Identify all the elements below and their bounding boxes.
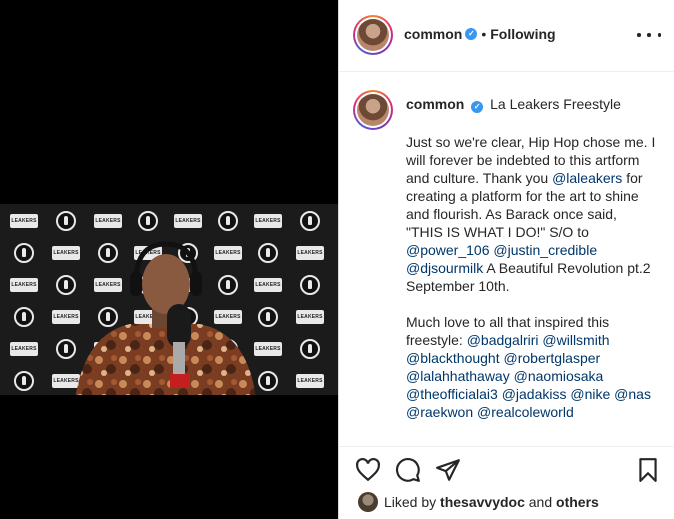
likes-prefix: Liked by: [384, 494, 441, 510]
mention-link[interactable]: @power_106: [406, 242, 490, 258]
caption-scroll-area[interactable]: common ✓ La Leakers Freestyle Just so we…: [339, 72, 674, 446]
backdrop-logo: LEAKERS: [10, 342, 38, 356]
backdrop-logo: LEAKERS: [174, 214, 202, 228]
backdrop-logo: LEAKERS: [296, 310, 324, 324]
mention-link[interactable]: @justin_credible: [493, 242, 597, 258]
backdrop-rocket-icon: [14, 307, 34, 327]
verified-badge-icon: ✓: [471, 101, 484, 113]
mention-link[interactable]: @laleakers: [552, 170, 622, 186]
liker-username-link[interactable]: thesavvydoc: [440, 494, 525, 510]
likes-others-link[interactable]: others: [556, 494, 599, 510]
bookmark-icon[interactable]: [635, 457, 661, 483]
media-pane: LEAKERS LEAKERS LEAKERS LEAKERS LEAKERS LEAKE…: [0, 0, 338, 519]
header-author-row: common ✓ • Following: [404, 26, 556, 42]
following-button[interactable]: Following: [490, 26, 555, 42]
mention-link[interactable]: @willsmith: [542, 332, 609, 348]
caption-header: common ✓ La Leakers Freestyle: [406, 96, 621, 113]
mention-link[interactable]: @robertglasper: [504, 350, 601, 366]
mention-link[interactable]: @theofficialai3: [406, 386, 498, 402]
backdrop-rocket-icon: [300, 211, 320, 231]
mention-link[interactable]: @jadakiss: [502, 386, 567, 402]
action-bar: [339, 446, 674, 494]
backdrop-rocket-icon: [300, 275, 320, 295]
verified-badge-icon: ✓: [465, 28, 478, 40]
share-icon[interactable]: [435, 457, 461, 483]
backdrop-rocket-icon: [138, 211, 158, 231]
likes-text: Liked by thesavvydoc and others: [384, 494, 599, 510]
mention-link[interactable]: @nas: [614, 386, 651, 402]
mention-link[interactable]: @badgalriri: [467, 332, 539, 348]
performer-image: [75, 241, 256, 395]
liker-avatar[interactable]: [358, 492, 378, 512]
backdrop-logo: LEAKERS: [296, 246, 324, 260]
separator-dot: •: [481, 26, 487, 42]
comment-icon[interactable]: [395, 457, 421, 483]
post-info-pane: common ✓ • Following common ✓ La Leakers…: [338, 0, 674, 519]
likes-middle: and: [524, 494, 557, 510]
backdrop-logo: LEAKERS: [296, 374, 324, 388]
mention-link[interactable]: @lalahhathaway: [406, 368, 510, 384]
post-header: common ✓ • Following: [339, 0, 674, 72]
backdrop-logo: LEAKERS: [10, 214, 38, 228]
backdrop-rocket-icon: [14, 371, 34, 391]
backdrop-rocket-icon: [218, 211, 238, 231]
backdrop-rocket-icon: [258, 307, 278, 327]
more-options-icon[interactable]: [637, 25, 661, 45]
caption-author-avatar[interactable]: [353, 90, 393, 130]
heart-icon[interactable]: [355, 457, 381, 483]
author-avatar[interactable]: [353, 15, 393, 55]
backdrop-rocket-icon: [258, 243, 278, 263]
video-player[interactable]: LEAKERS LEAKERS LEAKERS LEAKERS LEAKERS LEAKE…: [0, 204, 338, 395]
location-title: La Leakers Freestyle: [490, 96, 621, 112]
caption-body: Just so we're clear, Hip Hop chose me. I…: [406, 133, 656, 421]
backdrop-logo: LEAKERS: [10, 278, 38, 292]
backdrop-rocket-icon: [14, 243, 34, 263]
author-username-link[interactable]: common: [404, 26, 462, 42]
mention-link[interactable]: @djsourmilk: [406, 260, 483, 276]
caption-username-link[interactable]: common: [406, 96, 464, 112]
backdrop-logo: LEAKERS: [254, 214, 282, 228]
mention-link[interactable]: @naomiosaka: [514, 368, 604, 384]
mention-link[interactable]: @nike: [570, 386, 610, 402]
backdrop-rocket-icon: [258, 371, 278, 391]
backdrop-rocket-icon: [56, 211, 76, 231]
mention-link[interactable]: @raekwon: [406, 404, 473, 420]
mention-link[interactable]: @realcoleworld: [477, 404, 574, 420]
backdrop-rocket-icon: [300, 339, 320, 359]
mention-link[interactable]: @blackthought: [406, 350, 500, 366]
backdrop-logo: LEAKERS: [94, 214, 122, 228]
likes-summary: Liked by thesavvydoc and others: [339, 488, 674, 516]
